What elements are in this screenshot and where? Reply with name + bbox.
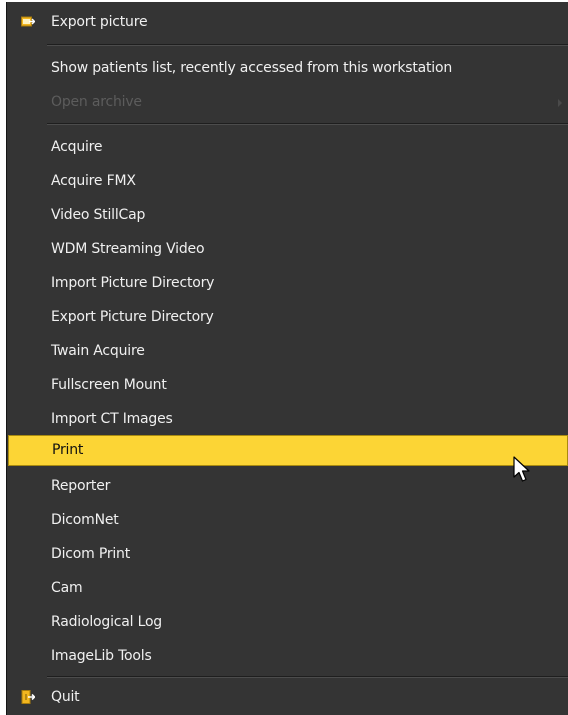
- export-picture-icon: [21, 16, 35, 27]
- context-menu: Export picture Show patients list, recen…: [6, 2, 568, 715]
- menu-item-open-archive: Open archive: [7, 87, 568, 117]
- menu-item-dicom-print[interactable]: Dicom Print: [7, 539, 568, 569]
- menu-item-show-patients-list[interactable]: Show patients list, recently accessed fr…: [7, 53, 568, 83]
- menu-item-export-picture-directory[interactable]: Export Picture Directory: [7, 302, 568, 332]
- menu-item-export-picture[interactable]: Export picture: [7, 7, 568, 37]
- menu-item-label: Import CT Images: [51, 411, 173, 427]
- mouse-pointer-icon: [513, 456, 530, 482]
- menu-item-print[interactable]: Print: [8, 435, 568, 466]
- menu-item-radiological-log[interactable]: Radiological Log: [7, 607, 568, 637]
- menu-separator: [47, 123, 568, 125]
- menu-item-fullscreen-mount[interactable]: Fullscreen Mount: [7, 370, 568, 400]
- menu-item-label: Radiological Log: [51, 614, 162, 630]
- menu-item-label: Quit: [51, 689, 80, 705]
- menu-item-import-picture-directory[interactable]: Import Picture Directory: [7, 268, 568, 298]
- menu-item-wdm-streaming-video[interactable]: WDM Streaming Video: [7, 234, 568, 264]
- menu-item-imagelib-tools[interactable]: ImageLib Tools: [7, 641, 568, 671]
- menu-item-label: Export picture: [51, 14, 148, 30]
- menu-item-label: Acquire: [51, 139, 103, 155]
- menu-item-label: Fullscreen Mount: [51, 377, 167, 393]
- menu-item-label: Dicom Print: [51, 546, 131, 562]
- menu-separator: [47, 44, 568, 46]
- menu-item-label: WDM Streaming Video: [51, 241, 205, 257]
- menu-item-video-stillcap[interactable]: Video StillCap: [7, 200, 568, 230]
- menu-item-cam[interactable]: Cam: [7, 573, 568, 603]
- menu-item-reporter[interactable]: Reporter: [7, 471, 568, 501]
- menu-separator: [47, 676, 568, 678]
- menu-item-import-ct-images[interactable]: Import CT Images: [7, 404, 568, 434]
- submenu-arrow-icon: [558, 99, 562, 107]
- menu-item-label: Video StillCap: [51, 207, 146, 223]
- menu-item-label: Open archive: [51, 94, 142, 110]
- menu-item-acquire-fmx[interactable]: Acquire FMX: [7, 166, 568, 196]
- menu-item-label: Cam: [51, 580, 83, 596]
- menu-item-dicomnet[interactable]: DicomNet: [7, 505, 568, 535]
- menu-item-label: Import Picture Directory: [51, 275, 215, 291]
- menu-item-quit[interactable]: Quit: [7, 682, 568, 712]
- menu-item-label: Export Picture Directory: [51, 309, 214, 325]
- menu-item-label: Twain Acquire: [51, 343, 145, 359]
- menu-item-label: DicomNet: [51, 512, 119, 528]
- menu-item-twain-acquire[interactable]: Twain Acquire: [7, 336, 568, 366]
- menu-item-label: ImageLib Tools: [51, 648, 152, 664]
- menu-item-label: Print: [52, 442, 84, 458]
- menu-item-label: Show patients list, recently accessed fr…: [51, 60, 453, 76]
- menu-item-acquire[interactable]: Acquire: [7, 132, 568, 162]
- menu-item-label: Reporter: [51, 478, 111, 494]
- quit-icon: [21, 690, 35, 704]
- menu-item-label: Acquire FMX: [51, 173, 136, 189]
